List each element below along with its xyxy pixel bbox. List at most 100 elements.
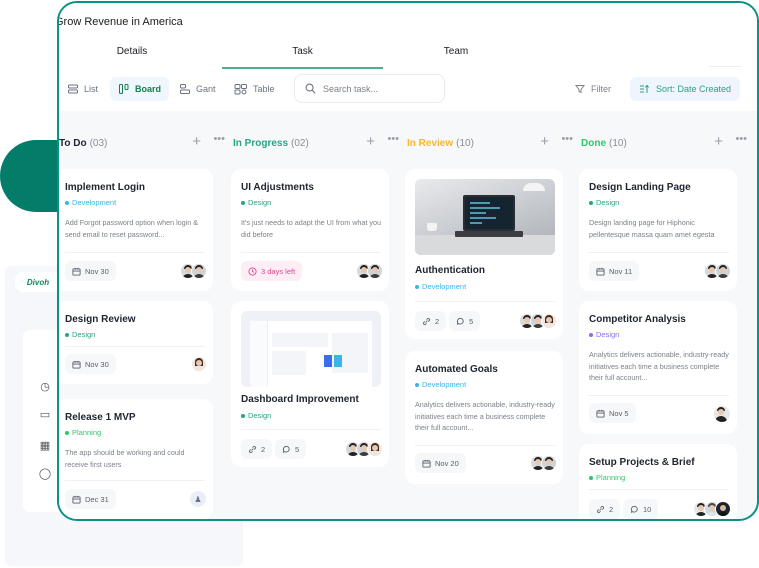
links-chip: 2 [415,311,447,331]
tab-details[interactable]: Details [59,39,205,69]
card-divider [415,445,555,446]
add-assignee-icon[interactable]: ♟ [189,490,207,508]
comments-chip: 10 [623,499,659,519]
header: Grow Revenue in America Details Task Tea… [59,3,757,111]
column-title: Done [581,137,606,149]
add-card-icon[interactable]: + [192,134,201,149]
add-card-icon[interactable]: + [714,134,723,149]
divider [709,66,741,67]
avatar[interactable] [191,356,207,372]
view-gantt-button[interactable]: Gant [171,77,224,101]
due-date-chip: Nov 5 [589,403,636,423]
card-title: Implement Login [65,182,145,193]
view-gantt-label: Gant [196,84,216,94]
view-board-label: Board [135,84,162,94]
card-title: Authentication [415,265,485,276]
clock-icon: ◷ [40,381,50,393]
search-box [294,74,445,103]
task-card[interactable]: Design Review Design Nov 30 [59,301,213,384]
avatar[interactable] [715,501,731,517]
avatar[interactable] [713,405,731,423]
card-title: Dashboard Improvement [241,394,359,405]
more-options-icon[interactable]: ••• [561,133,573,145]
video-icon: ▭ [39,409,51,421]
card-tag: Planning [589,473,625,482]
assignee-avatars [704,263,731,279]
avatar[interactable] [367,263,383,279]
more-options-icon[interactable]: ••• [387,133,399,145]
avatar[interactable] [541,313,557,329]
add-card-icon[interactable]: + [366,134,375,149]
gantt-icon [180,84,190,94]
clock-icon [248,266,257,276]
view-board-button[interactable]: Board [110,77,170,101]
card-title: Setup Projects & Brief [589,457,695,468]
filter-label: Filter [591,84,611,94]
column-count: (10) [609,137,627,149]
card-title: Design Landing Page [589,182,691,193]
globe-icon: ◯ [38,468,52,480]
add-card-icon[interactable]: + [540,134,549,149]
tab-task[interactable]: Task [222,39,383,69]
task-card[interactable]: Competitor Analysis Design Analytics del… [579,301,737,434]
laptop-photo [415,179,555,255]
assignee-avatars [191,356,207,372]
task-card[interactable]: UI Adjustments Design It's just needs to… [231,169,389,291]
column-title: To Do [59,137,87,149]
task-card[interactable]: Dashboard Improvement Design 2 5 [231,301,389,467]
due-date-chip: Dec 31 [65,489,116,509]
card-tag: Development [415,380,466,389]
card-tag: Design [589,330,619,339]
assignee-avatars: ♟ [189,490,207,508]
column-header: To Do (03) + ••• [59,133,229,151]
more-options-icon[interactable]: ••• [213,133,225,145]
more-options-icon[interactable]: ••• [735,133,747,145]
card-description: Design landing page for Hiphonic pellent… [589,218,715,239]
avatar[interactable] [541,455,557,471]
card-title: UI Adjustments [241,182,314,193]
card-tag: Design [65,330,95,339]
assignee-avatars [356,263,383,279]
comment-icon [282,445,290,453]
task-card[interactable]: Implement Login Development Add Forgot p… [59,169,213,291]
assignee-avatars [180,263,207,279]
tab-team[interactable]: Team [383,39,529,69]
assignee-avatars [693,501,731,517]
task-card[interactable]: Authentication Development 2 5 [405,169,563,339]
card-title: Release 1 MVP [65,412,136,423]
avatar[interactable] [191,263,207,279]
search-input[interactable] [323,83,433,94]
column-title: In Review [407,137,454,149]
card-title: Design Review [65,314,136,325]
search-icon [305,83,316,94]
sort-button[interactable]: Sort: Date Created [630,77,740,101]
calendar-icon [422,459,431,468]
task-card[interactable]: Automated Goals Development Analytics de… [405,351,563,484]
card-divider [241,429,381,430]
view-table-button[interactable]: Table [226,77,283,101]
avatar[interactable] [367,441,383,457]
sort-icon [639,84,650,93]
card-tag: Planning [65,428,101,437]
task-card[interactable]: Release 1 MVP Planning The app should be… [59,399,213,519]
column-header: In Progress (02) + ••• [233,133,403,151]
link-icon [422,317,431,325]
assignee-avatars [713,405,731,423]
task-card[interactable]: Setup Projects & Brief Planning 2 10 [579,444,737,519]
task-card[interactable]: Design Landing Page Design Design landin… [579,169,737,291]
table-icon [234,84,247,95]
comment-icon [630,505,638,513]
filter-icon [575,85,585,94]
board-window: Grow Revenue in America Details Task Tea… [57,1,759,521]
calendar-icon [596,409,605,418]
view-list-button[interactable]: List [59,77,106,101]
column-header: Done (10) + ••• [581,133,751,151]
filter-button[interactable]: Filter [575,77,611,101]
logo: Divoh [15,272,61,292]
column-count: (02) [291,137,309,149]
column-header: In Review (10) + ••• [407,133,577,151]
card-divider [65,346,205,347]
avatar[interactable] [715,263,731,279]
card-description: The app should be working and could rece… [65,448,185,469]
comments-chip: 5 [449,311,481,331]
